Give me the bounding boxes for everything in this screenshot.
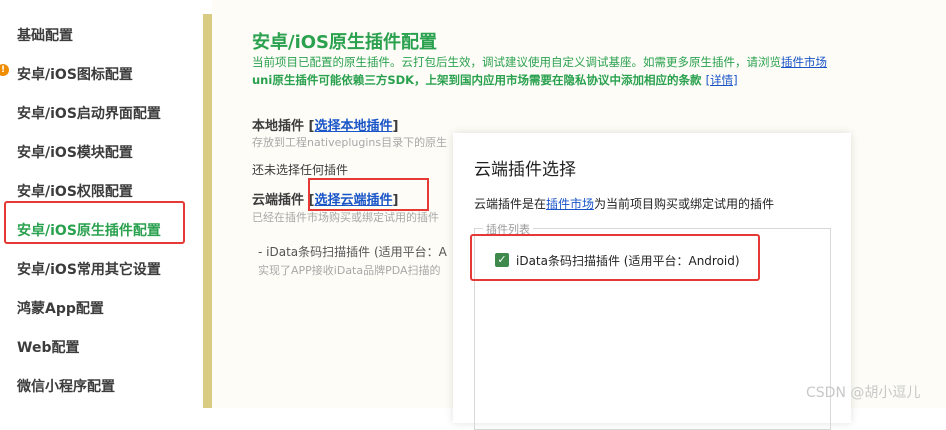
- cloud-plugin-hint: 已经在插件市场购买或绑定试用的插件: [252, 211, 439, 224]
- sidebar-item-web-config[interactable]: Web配置: [17, 337, 79, 357]
- sidebar-divider: [203, 14, 212, 408]
- sidebar-item-wechat-miniprogram-config[interactable]: 微信小程序配置: [17, 376, 115, 396]
- watermark: CSDN @胡小逗儿: [806, 385, 921, 401]
- sidebar-item-splash-config[interactable]: 安卓/iOS启动界面配置: [17, 103, 161, 123]
- cloud-plugin-item-desc: 实现了APP接收iData品牌PDA扫描的: [258, 264, 441, 277]
- cloud-plugin-item: - iData条码扫描插件 (适用平台：A: [258, 245, 447, 259]
- dialog-desc-prefix: 云端插件是在: [474, 197, 547, 211]
- local-plugin-section: 本地插件 [选择本地插件]: [252, 115, 398, 134]
- privacy-note-text: uni原生插件可能依赖三方SDK，上架到国内应用市场需要在隐私协议中添加相应的条…: [252, 73, 702, 87]
- page-description: 当前项目已配置的原生插件。云打包后生效，调试建议使用自定义调试基座。如需更多原生…: [252, 54, 827, 70]
- dialog-plugin-market-link[interactable]: 插件市场: [546, 197, 594, 211]
- dialog-desc-suffix: 为当前项目购买或绑定试用的插件: [594, 197, 775, 211]
- local-plugin-hint: 存放到工程nativeplugins目录下的原生: [252, 136, 448, 149]
- description-text: 当前项目已配置的原生插件。云打包后生效，调试建议使用自定义调试基座。如需更多原生…: [252, 55, 781, 69]
- cloud-link-highlight: [308, 178, 429, 211]
- dialog-description: 云端插件是在插件市场为当前项目购买或绑定试用的插件: [474, 195, 774, 212]
- privacy-note: uni原生插件可能依赖三方SDK，上架到国内应用市场需要在隐私协议中添加相应的条…: [252, 72, 738, 88]
- select-local-plugin-link[interactable]: 选择本地插件: [315, 119, 393, 134]
- checkbox-highlight: [470, 234, 760, 281]
- cloud-plugin-label: 云端插件: [252, 193, 305, 208]
- sidebar-item-module-config[interactable]: 安卓/iOS模块配置: [17, 142, 133, 162]
- dialog-title: 云端插件选择: [474, 160, 576, 180]
- active-item-highlight: [4, 201, 185, 244]
- sidebar-item-icon-config[interactable]: 安卓/iOS图标配置: [17, 64, 133, 84]
- warning-icon: !: [0, 64, 9, 76]
- no-plugin-text: 还未选择任何插件: [252, 163, 349, 177]
- page-title: 安卓/iOS原生插件配置: [252, 32, 438, 53]
- details-link[interactable]: [详情]: [706, 73, 738, 87]
- sidebar-item-permission-config[interactable]: 安卓/iOS权限配置: [17, 181, 133, 201]
- local-plugin-label: 本地插件: [252, 119, 305, 134]
- sidebar-item-other-settings[interactable]: 安卓/iOS常用其它设置: [17, 259, 161, 279]
- plugin-market-link[interactable]: 插件市场: [781, 55, 827, 69]
- bracket-close: ]: [392, 119, 399, 134]
- sidebar-item-harmony-config[interactable]: 鸿蒙App配置: [17, 298, 104, 318]
- sidebar-item-basic[interactable]: 基础配置: [17, 25, 73, 45]
